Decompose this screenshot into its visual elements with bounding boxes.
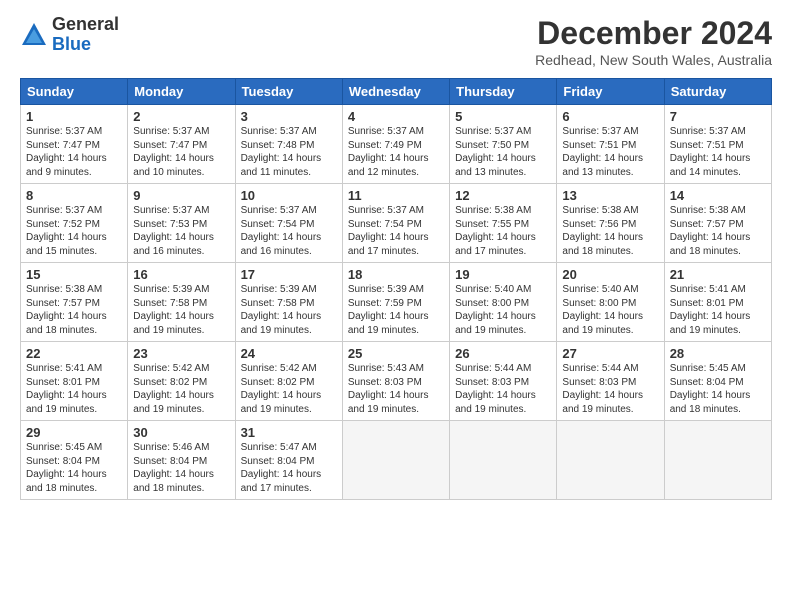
- day-cell-12: 12 Sunrise: 5:38 AMSunset: 7:55 PMDaylig…: [450, 184, 557, 263]
- col-tuesday: Tuesday: [235, 79, 342, 105]
- header: General Blue December 2024 Redhead, New …: [20, 15, 772, 68]
- day-cell-16: 16 Sunrise: 5:39 AMSunset: 7:58 PMDaylig…: [128, 263, 235, 342]
- day-cell-24: 24 Sunrise: 5:42 AMSunset: 8:02 PMDaylig…: [235, 342, 342, 421]
- page: General Blue December 2024 Redhead, New …: [0, 0, 792, 612]
- day-cell-4: 4 Sunrise: 5:37 AMSunset: 7:49 PMDayligh…: [342, 105, 449, 184]
- day-cell-31: 31 Sunrise: 5:47 AMSunset: 8:04 PMDaylig…: [235, 421, 342, 500]
- empty-cell: [342, 421, 449, 500]
- day-cell-28: 28 Sunrise: 5:45 AMSunset: 8:04 PMDaylig…: [664, 342, 771, 421]
- day-cell-17: 17 Sunrise: 5:39 AMSunset: 7:58 PMDaylig…: [235, 263, 342, 342]
- empty-cell: [664, 421, 771, 500]
- col-sunday: Sunday: [21, 79, 128, 105]
- day-cell-20: 20 Sunrise: 5:40 AMSunset: 8:00 PMDaylig…: [557, 263, 664, 342]
- day-cell-30: 30 Sunrise: 5:46 AMSunset: 8:04 PMDaylig…: [128, 421, 235, 500]
- col-saturday: Saturday: [664, 79, 771, 105]
- day-cell-8: 8 Sunrise: 5:37 AMSunset: 7:52 PMDayligh…: [21, 184, 128, 263]
- col-friday: Friday: [557, 79, 664, 105]
- day-cell-6: 6 Sunrise: 5:37 AMSunset: 7:51 PMDayligh…: [557, 105, 664, 184]
- day-cell-19: 19 Sunrise: 5:40 AMSunset: 8:00 PMDaylig…: [450, 263, 557, 342]
- logo-text: General Blue: [52, 15, 119, 55]
- day-cell-18: 18 Sunrise: 5:39 AMSunset: 7:59 PMDaylig…: [342, 263, 449, 342]
- day-cell-2: 2 Sunrise: 5:37 AMSunset: 7:47 PMDayligh…: [128, 105, 235, 184]
- day-cell-11: 11 Sunrise: 5:37 AMSunset: 7:54 PMDaylig…: [342, 184, 449, 263]
- table-row: 22 Sunrise: 5:41 AMSunset: 8:01 PMDaylig…: [21, 342, 772, 421]
- month-title: December 2024: [535, 15, 772, 52]
- day-cell-7: 7 Sunrise: 5:37 AMSunset: 7:51 PMDayligh…: [664, 105, 771, 184]
- day-cell-26: 26 Sunrise: 5:44 AMSunset: 8:03 PMDaylig…: [450, 342, 557, 421]
- col-wednesday: Wednesday: [342, 79, 449, 105]
- table-row: 8 Sunrise: 5:37 AMSunset: 7:52 PMDayligh…: [21, 184, 772, 263]
- day-cell-27: 27 Sunrise: 5:44 AMSunset: 8:03 PMDaylig…: [557, 342, 664, 421]
- table-row: 29 Sunrise: 5:45 AMSunset: 8:04 PMDaylig…: [21, 421, 772, 500]
- calendar-table: Sunday Monday Tuesday Wednesday Thursday…: [20, 78, 772, 500]
- day-cell-14: 14 Sunrise: 5:38 AMSunset: 7:57 PMDaylig…: [664, 184, 771, 263]
- day-cell-10: 10 Sunrise: 5:37 AMSunset: 7:54 PMDaylig…: [235, 184, 342, 263]
- day-cell-1: 1 Sunrise: 5:37 AMSunset: 7:47 PMDayligh…: [21, 105, 128, 184]
- day-cell-3: 3 Sunrise: 5:37 AMSunset: 7:48 PMDayligh…: [235, 105, 342, 184]
- col-monday: Monday: [128, 79, 235, 105]
- day-cell-15: 15 Sunrise: 5:38 AMSunset: 7:57 PMDaylig…: [21, 263, 128, 342]
- table-row: 1 Sunrise: 5:37 AMSunset: 7:47 PMDayligh…: [21, 105, 772, 184]
- day-cell-13: 13 Sunrise: 5:38 AMSunset: 7:56 PMDaylig…: [557, 184, 664, 263]
- day-cell-23: 23 Sunrise: 5:42 AMSunset: 8:02 PMDaylig…: [128, 342, 235, 421]
- logo: General Blue: [20, 15, 119, 55]
- empty-cell: [557, 421, 664, 500]
- day-cell-29: 29 Sunrise: 5:45 AMSunset: 8:04 PMDaylig…: [21, 421, 128, 500]
- logo-icon: [20, 21, 48, 49]
- calendar-header-row: Sunday Monday Tuesday Wednesday Thursday…: [21, 79, 772, 105]
- table-row: 15 Sunrise: 5:38 AMSunset: 7:57 PMDaylig…: [21, 263, 772, 342]
- location: Redhead, New South Wales, Australia: [535, 52, 772, 68]
- day-cell-9: 9 Sunrise: 5:37 AMSunset: 7:53 PMDayligh…: [128, 184, 235, 263]
- day-cell-25: 25 Sunrise: 5:43 AMSunset: 8:03 PMDaylig…: [342, 342, 449, 421]
- col-thursday: Thursday: [450, 79, 557, 105]
- empty-cell: [450, 421, 557, 500]
- title-block: December 2024 Redhead, New South Wales, …: [535, 15, 772, 68]
- day-cell-22: 22 Sunrise: 5:41 AMSunset: 8:01 PMDaylig…: [21, 342, 128, 421]
- day-cell-21: 21 Sunrise: 5:41 AMSunset: 8:01 PMDaylig…: [664, 263, 771, 342]
- day-cell-5: 5 Sunrise: 5:37 AMSunset: 7:50 PMDayligh…: [450, 105, 557, 184]
